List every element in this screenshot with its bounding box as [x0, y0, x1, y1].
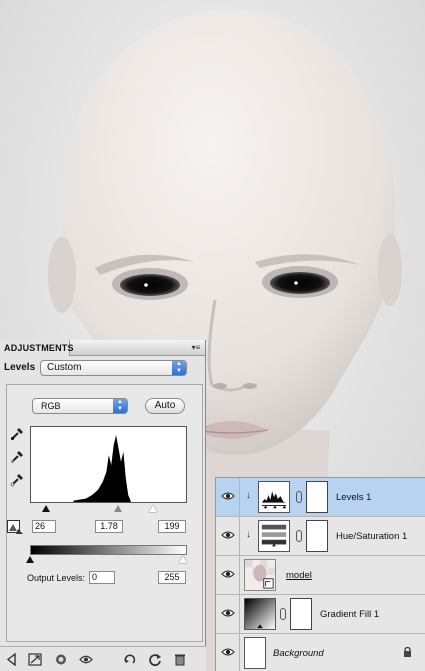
layers-panel: ↓ Levels 1 ↓ Hue/Saturation 1 model Grad…	[215, 477, 425, 671]
clipping-arrow-icon: ↓	[246, 529, 251, 540]
layer-name[interactable]: Background	[273, 648, 324, 659]
hue-saturation-adjustment-icon	[258, 520, 290, 552]
input-white-thumb[interactable]	[148, 505, 157, 512]
background-thumbnail	[244, 637, 266, 669]
input-gamma-thumb[interactable]	[114, 505, 123, 512]
layer-row-background[interactable]: Background	[216, 634, 425, 671]
eye-icon	[221, 609, 235, 617]
levels-adjustment-icon	[258, 481, 290, 513]
clipping-warning-icon[interactable]	[7, 520, 24, 535]
layer-visibility-toggle[interactable]	[216, 556, 240, 594]
layer-visibility-toggle[interactable]	[216, 634, 240, 671]
adjustments-footer	[0, 646, 206, 671]
eye-icon	[221, 570, 235, 578]
histogram-plot	[73, 435, 131, 502]
visibility-icon[interactable]	[79, 653, 93, 666]
input-white-field[interactable]: 199	[158, 520, 186, 533]
input-gamma-field[interactable]: 1.78	[95, 520, 123, 533]
layer-mask-thumbnail[interactable]	[306, 520, 328, 552]
preset-value: Custom	[47, 362, 82, 373]
black-point-eyedropper-icon[interactable]	[10, 427, 24, 441]
lock-icon	[404, 647, 411, 657]
adjustment-type-label: Levels	[4, 362, 36, 373]
eye-icon	[221, 531, 235, 539]
layer-name[interactable]: Levels 1	[336, 492, 371, 503]
channel-value: RGB	[41, 401, 61, 411]
mask-link-icon[interactable]	[296, 491, 302, 503]
preset-row: Levels Custom ▲ ▼	[0, 358, 206, 380]
output-white-field[interactable]: 255	[158, 571, 186, 584]
input-levels-slider[interactable]	[30, 504, 187, 514]
layer-row-model[interactable]: model	[216, 556, 425, 595]
expanded-view-icon[interactable]	[28, 653, 42, 666]
levels-controls: RGB ▲ ▼ Auto 26 1.78 199 Output Levels: …	[6, 384, 203, 642]
layer-row-levels[interactable]: ↓ Levels 1	[216, 478, 425, 517]
layer-row-hue-saturation[interactable]: ↓ Hue/Saturation 1	[216, 517, 425, 556]
adjustments-tab[interactable]: ADJUSTMENTS	[0, 340, 74, 356]
input-black-field[interactable]: 26	[32, 520, 56, 533]
output-levels-slider[interactable]	[26, 556, 187, 566]
layer-visibility-toggle[interactable]	[216, 517, 240, 555]
output-gradient-bar	[30, 545, 187, 555]
layer-name[interactable]: Gradient Fill 1	[320, 609, 379, 620]
layer-mask-thumbnail[interactable]	[306, 481, 328, 513]
eye-icon	[221, 648, 235, 656]
histogram	[30, 426, 187, 503]
clip-to-layer-icon[interactable]	[54, 653, 68, 666]
layer-name[interactable]: model	[286, 570, 312, 581]
output-levels-label: Output Levels:	[27, 573, 86, 583]
mask-link-icon[interactable]	[280, 608, 286, 620]
previous-state-icon[interactable]	[123, 653, 137, 666]
layer-row-gradient-fill[interactable]: Gradient Fill 1	[216, 595, 425, 634]
output-white-thumb[interactable]	[179, 556, 187, 563]
input-black-thumb[interactable]	[42, 505, 50, 512]
eye-icon	[221, 492, 235, 500]
preset-select[interactable]: Custom ▲ ▼	[40, 360, 187, 376]
auto-button[interactable]: Auto	[145, 398, 185, 414]
select-arrows-icon: ▲ ▼	[113, 399, 127, 413]
histogram-area	[73, 435, 131, 502]
layer-visibility-toggle[interactable]	[216, 595, 240, 633]
mask-link-icon[interactable]	[296, 530, 302, 542]
adjustments-panel: ADJUSTMENTS ▾≡ Levels Custom ▲ ▼ RGB ▲ ▼ A…	[0, 340, 206, 671]
layer-visibility-toggle[interactable]	[216, 478, 240, 516]
reset-icon[interactable]	[148, 653, 162, 666]
layer-mask-thumbnail[interactable]	[290, 598, 312, 630]
select-arrows-icon: ▲ ▼	[172, 361, 186, 375]
panel-menu-icon[interactable]: ▾≡	[190, 343, 202, 353]
channel-select[interactable]: RGB ▲ ▼	[32, 398, 128, 414]
clipping-arrow-icon: ↓	[246, 490, 251, 501]
smart-object-thumbnail	[244, 559, 276, 591]
output-black-field[interactable]: 0	[89, 571, 115, 584]
adjustments-tabbar: ADJUSTMENTS ▾≡	[0, 340, 205, 356]
delete-icon[interactable]	[173, 653, 187, 666]
white-point-eyedropper-icon[interactable]	[10, 473, 24, 487]
return-to-list-icon[interactable]	[5, 653, 19, 666]
gray-point-eyedropper-icon[interactable]	[10, 450, 24, 464]
layer-name[interactable]: Hue/Saturation 1	[336, 531, 407, 542]
output-black-thumb[interactable]	[26, 556, 34, 563]
gradient-fill-thumbnail	[244, 598, 276, 630]
